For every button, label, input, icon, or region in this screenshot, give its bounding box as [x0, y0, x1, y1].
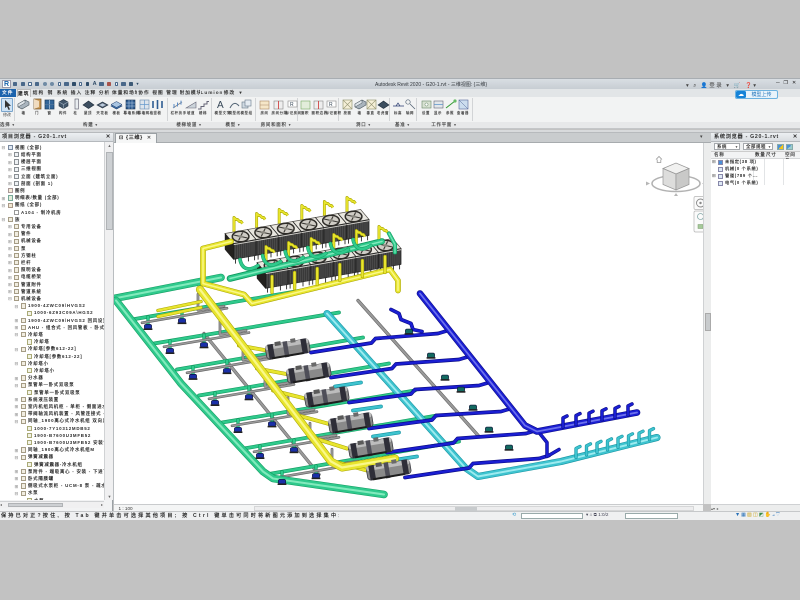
svg-text:R: R: [290, 102, 294, 108]
svg-text:A: A: [217, 100, 224, 111]
svg-text:R: R: [329, 102, 333, 108]
